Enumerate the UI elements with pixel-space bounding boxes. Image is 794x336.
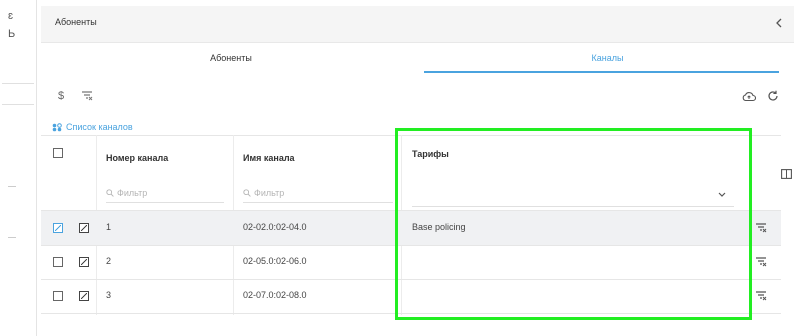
chevron-down-icon [718,192,726,198]
row-enabled-checkbox[interactable] [79,223,89,233]
row-enabled-checkbox[interactable] [79,257,89,267]
left-pane-divider [8,237,16,238]
table-top-border [41,135,781,136]
tariffs-filter-select[interactable] [412,186,734,207]
tab-subscribers[interactable]: Абоненты [41,43,421,73]
search-icon [106,189,114,197]
number-filter-input[interactable]: Фильтр [106,184,224,203]
cell-number: 3 [106,290,112,300]
channels-icon [52,122,62,132]
left-pane-fragment-2: Ь [8,28,16,40]
table-row[interactable]: 2 02-05.0:02-06.0 [41,246,781,280]
left-pane-fragment-1: ɛ [8,10,14,22]
cell-name: 02-05.0:02-06.0 [243,256,307,266]
select-all-checkbox[interactable] [53,148,63,158]
row-enabled-checkbox[interactable] [79,291,89,301]
left-pane-input[interactable] [2,83,34,105]
tab-bar: Абоненты Каналы [41,43,794,73]
row-filter-clear-icon[interactable] [754,289,768,303]
panel-header: Абоненты [41,6,794,43]
column-header-number[interactable]: Номер канала [106,153,168,163]
left-pane: ɛ Ь [0,0,37,336]
tab-channels[interactable]: Каналы [421,43,794,73]
column-header-tariffs[interactable]: Тарифы [412,149,449,159]
table-row[interactable]: 1 02-02.0:02-04.0 Base policing [41,211,781,245]
filter-placeholder: Фильтр [254,188,285,198]
row-filter-clear-icon[interactable] [754,221,768,235]
section-title: Список каналов [66,122,133,132]
row-select-checkbox[interactable] [53,223,63,233]
cell-number: 2 [106,256,112,266]
cell-number: 1 [106,222,112,232]
left-pane-divider [8,186,16,187]
section-header: Список каналов [52,120,133,134]
filter-clear-icon[interactable] [79,88,95,104]
row-filter-clear-icon[interactable] [754,255,768,269]
cloud-upload-icon[interactable] [741,88,757,104]
filter-placeholder: Фильтр [117,188,148,198]
search-icon [243,189,251,197]
row-divider [41,313,781,314]
cell-name: 02-02.0:02-04.0 [243,222,307,232]
panel-title: Абоненты [55,17,97,27]
table-row[interactable]: 3 02-07.0:02-08.0 [41,280,781,314]
row-select-checkbox[interactable] [53,257,63,267]
row-select-checkbox[interactable] [53,291,63,301]
toolbar: $ [41,84,794,108]
dollar-icon[interactable]: $ [53,88,69,104]
columns-icon[interactable] [779,167,793,181]
column-header-name[interactable]: Имя канала [243,153,295,163]
refresh-icon[interactable] [765,88,781,104]
name-filter-input[interactable]: Фильтр [243,184,393,203]
active-tab-indicator [424,71,779,73]
cell-tariff: Base policing [412,222,466,232]
chevron-left-icon[interactable] [772,16,786,30]
cell-name: 02-07.0:02-08.0 [243,290,307,300]
